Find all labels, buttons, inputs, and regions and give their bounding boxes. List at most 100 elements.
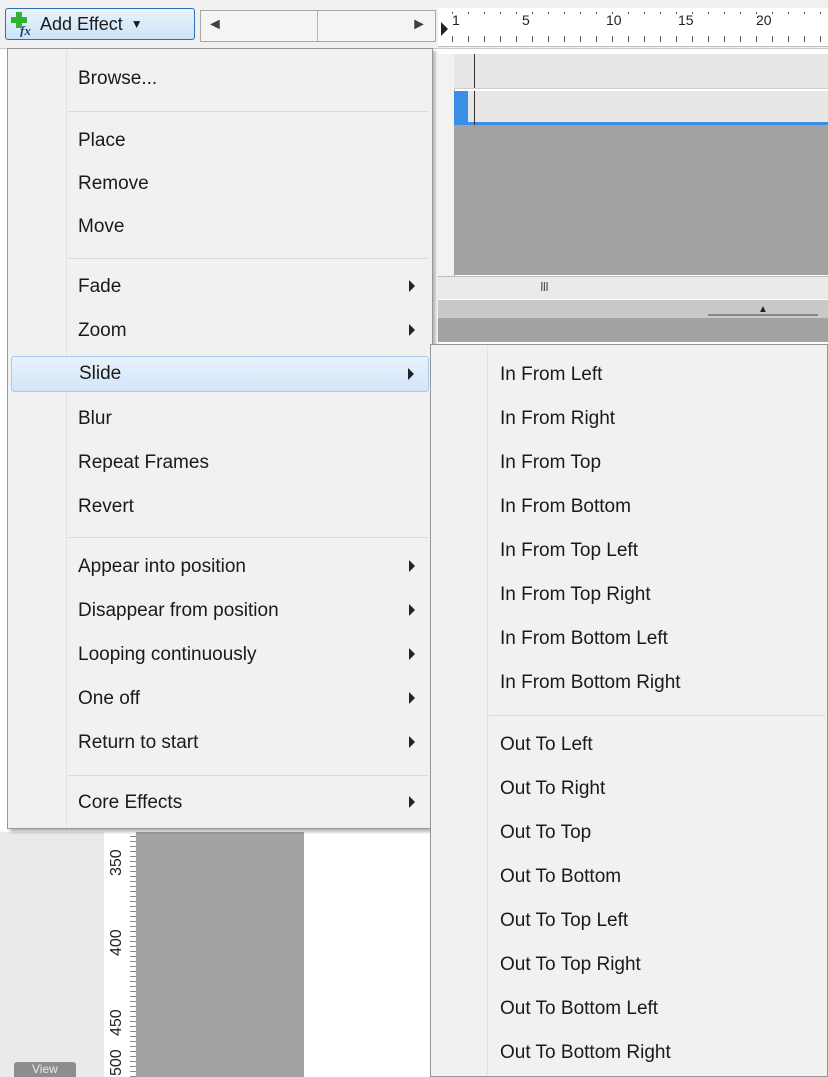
submenu-arrow-icon (409, 604, 415, 616)
menu-item-label: In From Bottom Right (500, 672, 681, 693)
menu-item-label: Move (78, 216, 125, 237)
menu-item-label: In From Top (500, 452, 602, 473)
timeline-empty-area (454, 125, 828, 275)
menu-item-label: Out To Bottom Left (500, 998, 659, 1019)
ruler-tick (676, 36, 677, 42)
ruler-tick (516, 12, 517, 14)
menu-item-in-from-top[interactable]: In From Top (434, 445, 826, 481)
timeline-ruler[interactable]: 1 5 10 15 20 (438, 8, 828, 47)
ruler-tick (532, 36, 533, 42)
add-effect-button[interactable]: fx Add Effect ▼ (5, 8, 195, 40)
menu-item-core-effects[interactable]: Core Effects (11, 785, 429, 821)
menu-item-label: Out To Top Right (500, 954, 641, 975)
menu-item-label: Browse... (78, 68, 158, 89)
menu-item-label: Revert (78, 496, 134, 517)
slide-submenu: In From Left In From Right In From Top I… (430, 344, 828, 1077)
menu-item-label: Looping continuously (78, 644, 257, 665)
menu-item-label: Out To Bottom (500, 866, 622, 887)
add-effect-label: Add Effect (40, 13, 123, 34)
menu-item-label: Out To Left (500, 734, 593, 755)
menu-separator (68, 258, 428, 259)
ruler-tick (452, 12, 453, 14)
menu-item-place[interactable]: Place (11, 123, 429, 159)
menu-item-blur[interactable]: Blur (11, 401, 429, 437)
menu-item-one-off[interactable]: One off (11, 681, 429, 717)
collapse-up-icon[interactable]: ▲ (758, 304, 768, 315)
menu-item-label: Return to start (78, 732, 199, 753)
ruler-label: 10 (606, 12, 622, 28)
menu-item-remove[interactable]: Remove (11, 166, 429, 202)
ruler-tick (564, 12, 565, 14)
submenu-arrow-icon (409, 324, 415, 336)
menu-item-zoom[interactable]: Zoom (11, 313, 429, 349)
menu-item-browse[interactable]: Browse... (11, 61, 429, 97)
menu-item-fade[interactable]: Fade (11, 269, 429, 305)
ruler-tick (804, 36, 805, 42)
menu-item-in-from-left[interactable]: In From Left (434, 357, 826, 393)
menu-item-in-from-bottom-left[interactable]: In From Bottom Left (434, 621, 826, 657)
menu-item-revert[interactable]: Revert (11, 489, 429, 525)
scrollbar-grip-icon[interactable]: III (540, 279, 549, 294)
submenu-arrow-icon (409, 692, 415, 704)
ruler-tick (740, 36, 741, 42)
menu-item-repeat-frames[interactable]: Repeat Frames (11, 445, 429, 481)
menu-item-in-from-top-left[interactable]: In From Top Left (434, 533, 826, 569)
menu-item-out-to-top-right[interactable]: Out To Top Right (434, 947, 826, 983)
ruler-tick (788, 12, 789, 14)
menu-item-in-from-right[interactable]: In From Right (434, 401, 826, 437)
menu-item-out-to-bottom-right[interactable]: Out To Bottom Right (434, 1035, 826, 1071)
menu-item-label: Out To Bottom Right (500, 1042, 671, 1063)
ruler-tick (612, 36, 613, 42)
horizontal-scrollbar[interactable]: ◄ ► (200, 10, 436, 42)
menu-item-out-to-bottom-left[interactable]: Out To Bottom Left (434, 991, 826, 1027)
ruler-tick (676, 12, 677, 14)
menu-item-out-to-right[interactable]: Out To Right (434, 771, 826, 807)
menu-item-out-to-top[interactable]: Out To Top (434, 815, 826, 851)
menu-item-out-to-bottom[interactable]: Out To Bottom (434, 859, 826, 895)
submenu-arrow-icon (408, 368, 414, 380)
menu-item-in-from-bottom-right[interactable]: In From Bottom Right (434, 665, 826, 701)
add-effect-menu: Browse... Place Remove Move Fade Zoom Sl… (7, 48, 433, 829)
menu-separator (68, 111, 428, 112)
timeline-track[interactable] (454, 54, 828, 89)
ruler-tick (548, 12, 549, 14)
menu-item-label: In From Left (500, 364, 603, 385)
menu-item-move[interactable]: Move (11, 209, 429, 245)
menu-item-label: In From Top Left (500, 540, 638, 561)
menu-item-label: Remove (78, 173, 149, 194)
menu-item-label: Out To Right (500, 778, 606, 799)
menu-separator (68, 775, 428, 776)
ruler-tick (756, 36, 757, 42)
ruler-tick (660, 12, 661, 14)
menu-item-label: One off (78, 688, 140, 709)
menu-item-in-from-bottom[interactable]: In From Bottom (434, 489, 826, 525)
ruler-tick (500, 36, 501, 42)
menu-item-label: In From Top Right (500, 584, 651, 605)
submenu-arrow-icon (409, 280, 415, 292)
menu-item-label: Zoom (78, 320, 127, 341)
svg-text:fx: fx (20, 23, 31, 37)
menu-item-appear-into-position[interactable]: Appear into position (11, 549, 429, 585)
menu-item-in-from-top-right[interactable]: In From Top Right (434, 577, 826, 613)
menu-item-label: Fade (78, 276, 122, 297)
playhead-icon[interactable] (441, 22, 448, 36)
menu-item-out-to-top-left[interactable]: Out To Top Left (434, 903, 826, 939)
menu-item-out-to-left[interactable]: Out To Left (434, 727, 826, 763)
ruler-tick (548, 36, 549, 42)
ruler-tick (788, 36, 789, 42)
view-tab[interactable]: View (14, 1062, 76, 1077)
timeline-track-selected[interactable] (454, 91, 828, 125)
ruler-tick (708, 12, 709, 14)
menu-separator (489, 715, 825, 716)
menu-item-slide[interactable]: Slide (11, 356, 429, 392)
menu-item-disappear-from-position[interactable]: Disappear from position (11, 593, 429, 629)
menu-item-label: Slide (79, 363, 122, 384)
add-effect-fx-icon: fx (11, 12, 31, 37)
menu-separator (68, 537, 428, 538)
menu-item-looping-continuously[interactable]: Looping continuously (11, 637, 429, 673)
menu-item-return-to-start[interactable]: Return to start (11, 725, 429, 761)
timeline-scrollbar[interactable]: III (438, 276, 828, 299)
scroll-right-icon[interactable]: ► (411, 16, 427, 34)
submenu-arrow-icon (409, 736, 415, 748)
scroll-left-icon[interactable]: ◄ (207, 16, 223, 34)
